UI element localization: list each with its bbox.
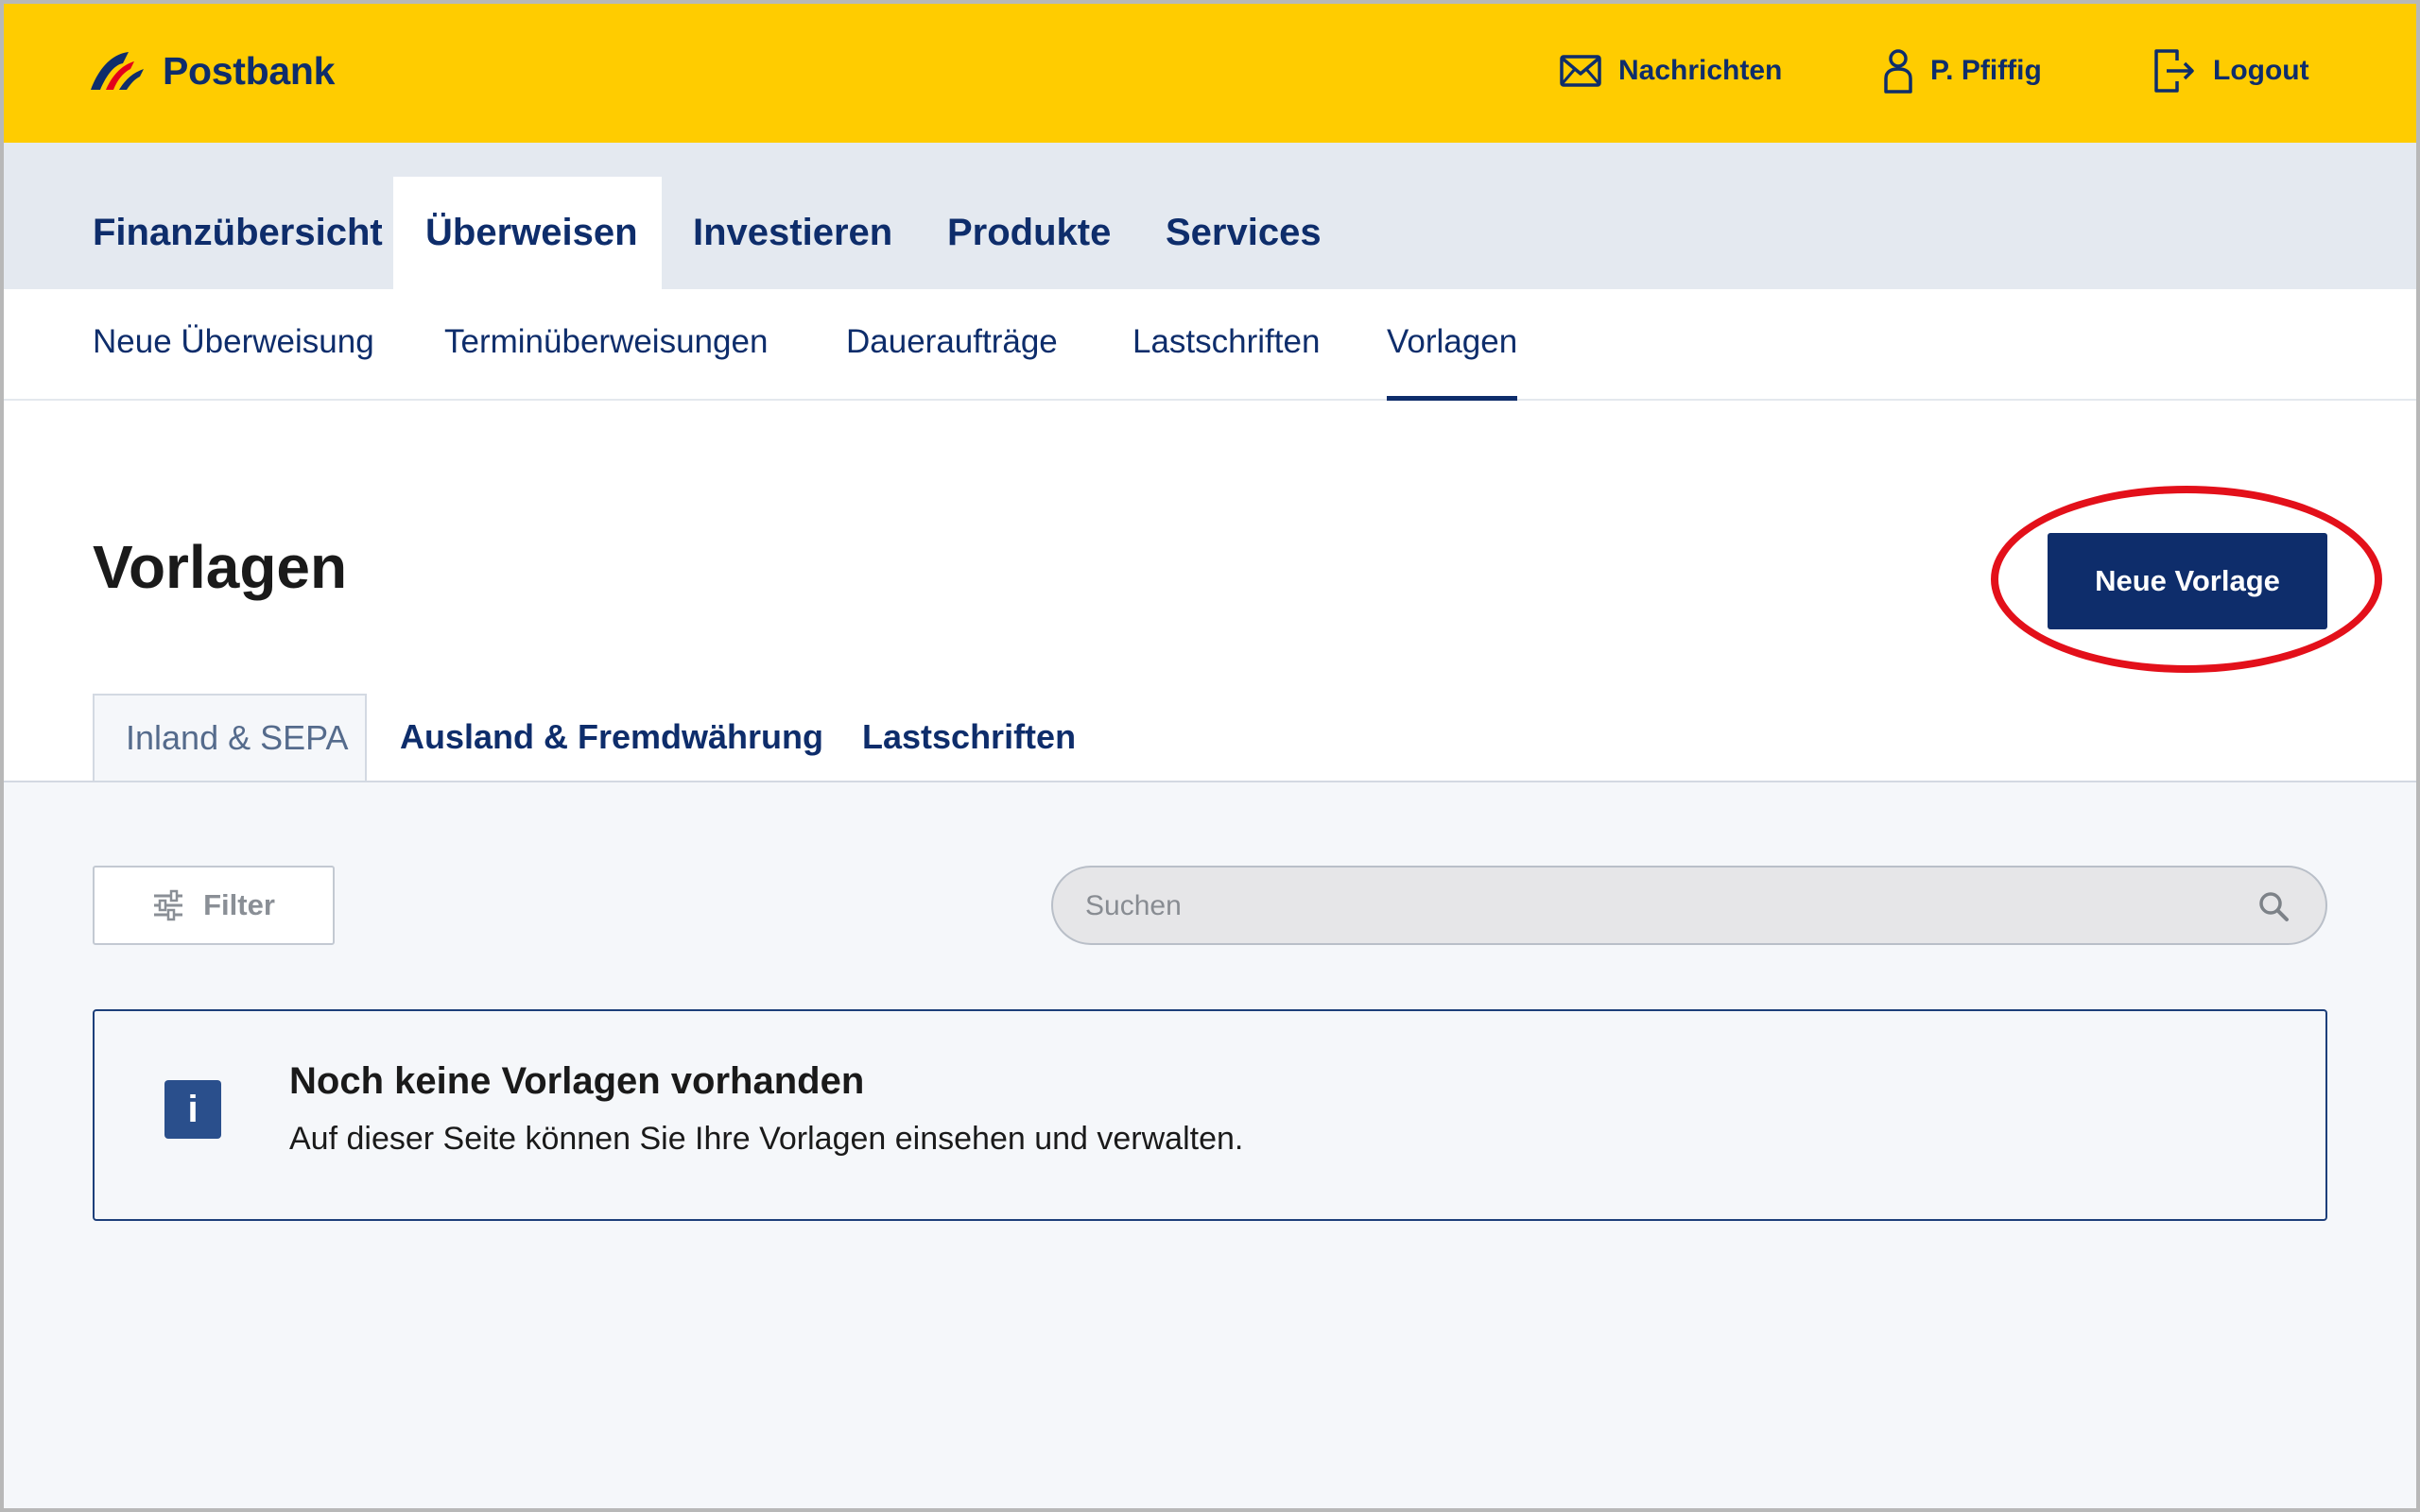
postbank-logo[interactable]: Postbank — [89, 42, 335, 100]
user-profile-link[interactable]: P. Pfiffig — [1883, 43, 2042, 98]
main-tab-finanzuebersicht[interactable]: Finanzübersicht — [93, 177, 383, 289]
main-tab-services[interactable]: Services — [1166, 177, 1322, 289]
logout-label: Logout — [2213, 55, 2309, 86]
subnav-terminueberweisungen[interactable]: Terminüberweisungen — [444, 323, 768, 401]
tab-lastschriften[interactable]: Lastschriften — [862, 694, 1076, 781]
logout-icon — [2154, 49, 2194, 93]
subnav-neue-ueberweisung[interactable]: Neue Überweisung — [93, 323, 374, 401]
magnifier-icon[interactable] — [2257, 890, 2290, 922]
postbank-logo-mark-icon — [91, 52, 144, 90]
main-tab-produkte[interactable]: Produkte — [947, 177, 1111, 289]
top-header: Postbank Nachrichten P. Pfiffig Logout — [0, 0, 2420, 143]
subnav-lastschriften[interactable]: Lastschriften — [1132, 323, 1320, 401]
info-text: Auf dieser Seite können Sie Ihre Vorlage… — [289, 1121, 1244, 1157]
page-title: Vorlagen — [93, 533, 348, 601]
info-icon: i — [164, 1080, 221, 1139]
tab-ausland-fremdwaehrung[interactable]: Ausland & Fremdwährung — [400, 694, 823, 781]
search-field[interactable] — [1051, 866, 2327, 945]
filter-button[interactable]: Filter — [93, 866, 335, 945]
sliders-icon — [154, 889, 183, 921]
tab-inland-sepa[interactable]: Inland & SEPA — [93, 694, 367, 781]
page-heading-area: Vorlagen Neue Vorlage Inland & SEPA Ausl… — [0, 401, 2420, 781]
main-tab-investieren[interactable]: Investieren — [693, 177, 892, 289]
main-tab-ueberweisen[interactable]: Überweisen — [393, 177, 662, 289]
search-input[interactable] — [1083, 868, 2240, 945]
info-title: Noch keine Vorlagen vorhanden — [289, 1060, 865, 1102]
envelope-icon — [1560, 55, 1601, 87]
subnav-vorlagen[interactable]: Vorlagen — [1387, 323, 1518, 401]
new-template-button[interactable]: Neue Vorlage — [2048, 533, 2327, 629]
messages-label: Nachrichten — [1618, 55, 1783, 86]
filter-label: Filter — [203, 888, 275, 921]
user-name: P. Pfiffig — [1930, 55, 2042, 86]
user-icon — [1884, 49, 1912, 94]
messages-link[interactable]: Nachrichten — [1560, 43, 1782, 98]
content-area: Filter i Noch keine Vorlagen vorhanden A… — [0, 781, 2420, 1512]
empty-state-info-box: i Noch keine Vorlagen vorhanden Auf dies… — [93, 1009, 2327, 1221]
subnav-dauerauftraege[interactable]: Daueraufträge — [846, 323, 1058, 401]
brand-name: Postbank — [163, 48, 336, 93]
logout-link[interactable]: Logout — [2152, 43, 2309, 98]
main-navigation: Finanzübersicht Überweisen Investieren P… — [0, 143, 2420, 289]
sub-navigation: Neue Überweisung Terminüberweisungen Dau… — [0, 289, 2420, 401]
